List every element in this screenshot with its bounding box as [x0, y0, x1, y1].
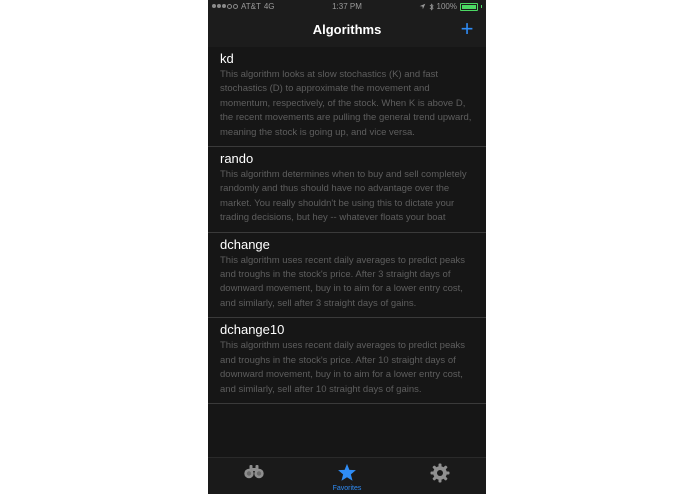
page-title: Algorithms	[312, 22, 382, 37]
gear-icon	[430, 463, 450, 483]
tab-explore[interactable]	[208, 458, 300, 494]
algorithm-description: This algorithm uses recent daily average…	[220, 340, 466, 395]
tab-icon-wrap	[208, 463, 300, 479]
phone-screen: AT&T 4G 1:37 PM 100% Algorithms + kd Thi…	[208, 0, 486, 494]
status-bar: AT&T 4G 1:37 PM 100%	[208, 0, 486, 14]
battery-percent: 100%	[436, 2, 457, 11]
algorithm-list: kd This algorithm looks at slow stochast…	[208, 47, 486, 457]
tab-icon-wrap	[301, 463, 393, 482]
tab-favorites[interactable]: Favorites	[301, 458, 393, 494]
algorithm-name: kd	[220, 51, 234, 66]
status-right: 100%	[419, 2, 482, 11]
algorithm-description: This algorithm looks at slow stochastics…	[220, 69, 472, 138]
bluetooth-icon	[429, 2, 434, 11]
list-item[interactable]: dchange10 This algorithm uses recent dai…	[208, 318, 486, 404]
algorithm-description: This algorithm uses recent daily average…	[220, 254, 466, 309]
add-algorithm-button[interactable]: +	[458, 18, 476, 40]
tab-label-favorites: Favorites	[332, 485, 362, 492]
battery-fill	[462, 4, 476, 9]
algorithm-name: dchange	[220, 236, 270, 252]
list-item[interactable]: dchange This algorithm uses recent daily…	[208, 233, 486, 319]
nav-bar: Algorithms +	[208, 14, 486, 47]
tab-icon-wrap	[394, 463, 486, 483]
list-item[interactable]: rando This algorithm determines when to …	[208, 147, 486, 233]
algorithm-name: dchange10	[220, 322, 285, 338]
tab-settings[interactable]	[394, 458, 486, 494]
algorithm-name: rando	[220, 151, 254, 167]
location-icon	[419, 3, 425, 10]
binoculars-icon	[244, 465, 264, 479]
battery-tip	[481, 5, 482, 8]
battery-icon	[460, 2, 478, 11]
list-item[interactable]: kd This algorithm looks at slow stochast…	[208, 47, 486, 148]
algorithm-description: This algorithm determines when to buy an…	[220, 169, 467, 224]
star-icon	[338, 463, 356, 481]
tab-bar: Favorites	[208, 457, 486, 494]
